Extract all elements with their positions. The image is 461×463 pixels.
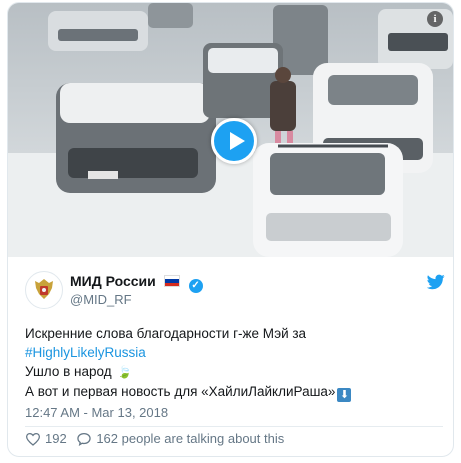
talking-count: 162 people are talking about this: [96, 431, 285, 446]
tweet-text: Искренние слова благодарности г-же Мэй з…: [25, 324, 445, 402]
tweet-header: МИД России ✓ @MID_RF: [25, 271, 445, 311]
reply-conversation-link[interactable]: 162 people are talking about this: [76, 431, 284, 446]
embedded-tweet-card[interactable]: i МИД России ✓ @MID_RF Искренние слова б…: [7, 2, 454, 457]
divider: [25, 426, 443, 427]
russia-flag-icon: [163, 275, 180, 287]
like-button[interactable]: 192: [25, 431, 67, 446]
tweet-text-line: Ушло в народ: [25, 364, 112, 379]
coat-of-arms-icon[interactable]: [25, 271, 63, 309]
leaves-emoji-icon: 🍃: [117, 365, 133, 379]
info-icon[interactable]: i: [427, 11, 443, 27]
tweet-timestamp[interactable]: 12:47 AM - Mar 13, 2018: [25, 405, 168, 420]
like-count: 192: [45, 431, 67, 446]
heart-icon: [25, 432, 41, 446]
author-name[interactable]: МИД России: [70, 273, 156, 289]
author-name-row[interactable]: МИД России ✓: [70, 273, 203, 293]
hashtag-link[interactable]: #HighlyLikelyRussia: [25, 345, 146, 360]
speech-bubble-icon: [77, 432, 92, 446]
tweet-text-line: Искренние слова благодарности г-же Мэй з…: [25, 326, 307, 341]
author-handle[interactable]: @MID_RF: [70, 292, 132, 307]
tweet-text-line: А вот и первая новость для «ХайлиЛайклиР…: [25, 384, 336, 399]
play-icon[interactable]: [211, 118, 257, 164]
tweet-video[interactable]: i: [8, 3, 453, 257]
twitter-bird-icon[interactable]: [427, 274, 445, 290]
verified-badge-icon: ✓: [188, 279, 203, 293]
tweet-actions: 192 162 people are talking about this: [25, 431, 290, 449]
down-arrow-emoji-icon: ⬇: [337, 388, 352, 402]
